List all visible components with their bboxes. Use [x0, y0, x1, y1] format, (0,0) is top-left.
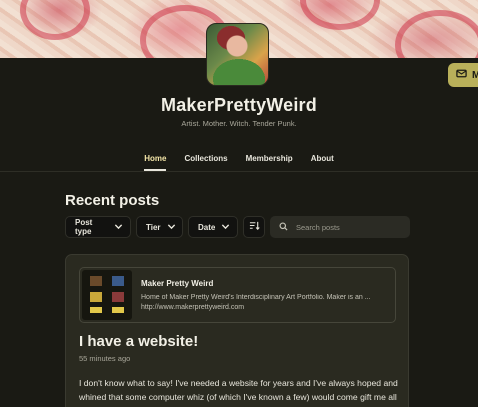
post-body: I don't know what to say! I've needed a …: [79, 378, 398, 402]
tab-about[interactable]: About: [302, 153, 343, 171]
tier-filter[interactable]: Tier: [136, 216, 183, 238]
post-timestamp: 55 minutes ago: [79, 354, 131, 363]
post-filters: Post type Tier Date Search posts: [65, 216, 410, 238]
post-type-filter-label: Post type: [75, 218, 93, 236]
search-posts-input[interactable]: Search posts: [270, 216, 410, 238]
link-url[interactable]: http://www.makerprettyweird.com: [141, 304, 244, 311]
tier-filter-label: Tier: [146, 222, 161, 232]
banner-swirl: [395, 10, 478, 58]
creator-avatar[interactable]: [206, 23, 269, 86]
chevron-down-icon: [167, 222, 176, 233]
tab-home[interactable]: Home: [135, 153, 175, 171]
chevron-down-icon: [114, 222, 123, 233]
link-thumbnail: [82, 270, 132, 320]
profile-nav: Home Collections Membership About: [0, 153, 478, 171]
membership-button-label: M: [472, 69, 478, 81]
nav-divider: [0, 171, 478, 172]
recent-posts-heading: Recent posts: [65, 192, 160, 209]
link-preview[interactable]: Maker Pretty Weird Home of Maker Pretty …: [79, 267, 396, 323]
creator-name: MakerPrettyWeird: [161, 95, 317, 115]
banner-swirl: [300, 0, 380, 30]
chevron-down-icon: [221, 222, 230, 233]
tab-collections[interactable]: Collections: [175, 153, 236, 171]
sort-button[interactable]: [243, 216, 265, 238]
search-icon: [279, 221, 288, 233]
search-placeholder: Search posts: [296, 222, 340, 232]
creator-tagline: Artist. Mother. Witch. Tender Punk.: [181, 119, 297, 128]
membership-button[interactable]: M: [448, 63, 478, 87]
link-description: Home of Maker Pretty Weird's Interdiscip…: [141, 294, 371, 301]
date-filter-label: Date: [198, 222, 216, 232]
mail-icon: [456, 68, 467, 82]
link-title: Maker Pretty Weird: [141, 279, 214, 288]
banner-swirl: [20, 0, 90, 40]
tab-membership[interactable]: Membership: [237, 153, 302, 171]
date-filter[interactable]: Date: [188, 216, 238, 238]
sort-icon: [249, 218, 260, 236]
post-type-filter[interactable]: Post type: [65, 216, 131, 238]
post-card[interactable]: Maker Pretty Weird Home of Maker Pretty …: [65, 254, 409, 407]
post-title[interactable]: I have a website!: [79, 333, 198, 350]
